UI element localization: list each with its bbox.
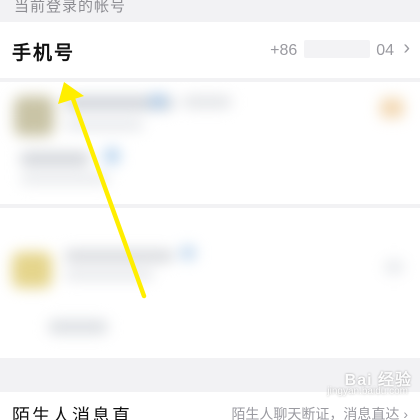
avatar — [14, 96, 54, 136]
blurred-account-list-1 — [0, 82, 420, 204]
chevron-right-icon: › — [403, 406, 408, 420]
section-header: 当前登录的帐号 — [0, 0, 420, 22]
chevron-right-icon: › — [403, 37, 410, 59]
avatar — [12, 252, 52, 288]
section-title: 当前登录的帐号 — [14, 0, 127, 15]
stranger-message-label: 陌生人消息直 — [12, 406, 132, 420]
phone-value: +86 04 — [270, 40, 394, 60]
blurred-account-list-2 — [0, 208, 420, 358]
phone-number-row[interactable]: 手机号 +86 04 › — [0, 22, 420, 78]
baidu-watermark-url: jingyan.baidu.com — [327, 386, 408, 397]
stranger-message-desc: 陌生人聊天断证，消息直达 — [231, 406, 400, 420]
phone-label: 手机号 — [12, 43, 76, 64]
stranger-message-value: 陌生人聊天断证，消息直达 › — [231, 404, 408, 420]
phone-mask — [303, 40, 370, 58]
phone-prefix: +86 — [270, 42, 298, 59]
phone-suffix: 04 — [376, 42, 394, 59]
